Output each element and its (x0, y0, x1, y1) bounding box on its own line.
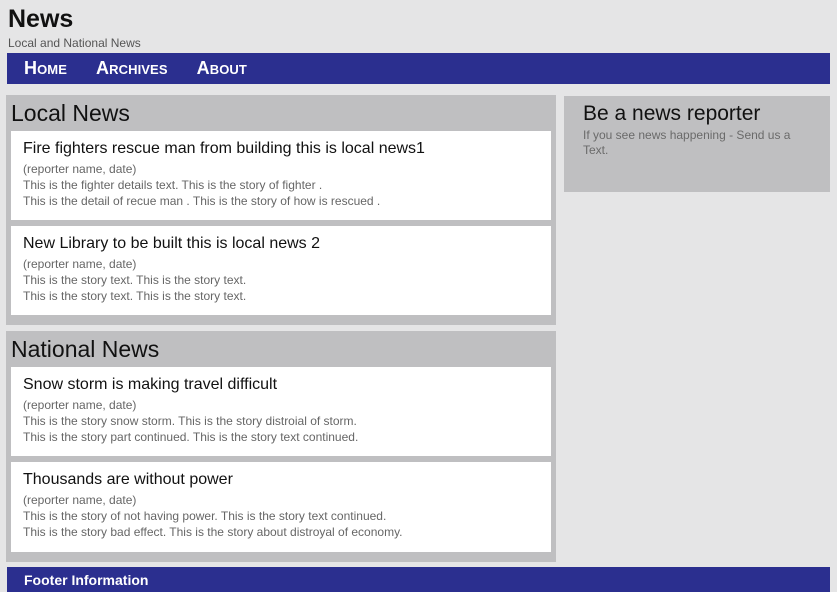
nav-home-link[interactable]: Home (24, 58, 67, 79)
national-news-title: National News (11, 336, 160, 362)
story-meta: (reporter name, date) (23, 398, 137, 412)
story-headline[interactable]: Thousands are without power (23, 470, 539, 490)
national-story-2: Thousands are without power (reporter na… (11, 462, 551, 552)
reporter-sidebar: Be a news reporter If you see news happe… (564, 96, 830, 192)
sidebar-title: Be a news reporter (583, 102, 761, 125)
story-meta: (reporter name, date) (23, 162, 137, 176)
story-text: This is the story of not having power. T… (23, 509, 387, 523)
footer-text: Footer Information (24, 571, 149, 588)
story-text: This is the story text. This is the stor… (23, 289, 247, 303)
story-text: This is the detail of recue man . This i… (23, 194, 381, 208)
story-text: This is the story snow storm. This is th… (23, 414, 357, 428)
story-text: This is the story text. This is the stor… (23, 273, 247, 287)
story-text: This is the story part continued. This i… (23, 430, 359, 444)
nav-about-link[interactable]: About (197, 58, 247, 79)
story-meta: (reporter name, date) (23, 493, 137, 507)
story-meta: (reporter name, date) (23, 257, 137, 271)
national-news-section: National News Snow storm is making trave… (6, 331, 556, 562)
main-nav: Home Archives About (7, 53, 830, 84)
national-story-1: Snow storm is making travel difficult (r… (11, 367, 551, 456)
site-tagline: Local and National News (8, 36, 141, 50)
story-text: This is the fighter details text. This i… (23, 178, 323, 192)
footer: Footer Information (7, 567, 830, 592)
local-story-2: New Library to be built this is local ne… (11, 226, 551, 315)
nav-archives-link[interactable]: Archives (96, 58, 168, 79)
story-headline[interactable]: Fire fighters rescue man from building t… (23, 139, 539, 159)
local-news-title: Local News (11, 100, 130, 126)
story-headline[interactable]: New Library to be built this is local ne… (23, 234, 539, 254)
site-title: News (8, 5, 74, 33)
story-text: This is the story bad effect. This is th… (23, 525, 403, 539)
sidebar-text: If you see news happening - Send us a Te… (583, 128, 791, 157)
local-news-section: Local News Fire fighters rescue man from… (6, 95, 556, 325)
story-headline[interactable]: Snow storm is making travel difficult (23, 375, 539, 395)
local-story-1: Fire fighters rescue man from building t… (11, 131, 551, 220)
